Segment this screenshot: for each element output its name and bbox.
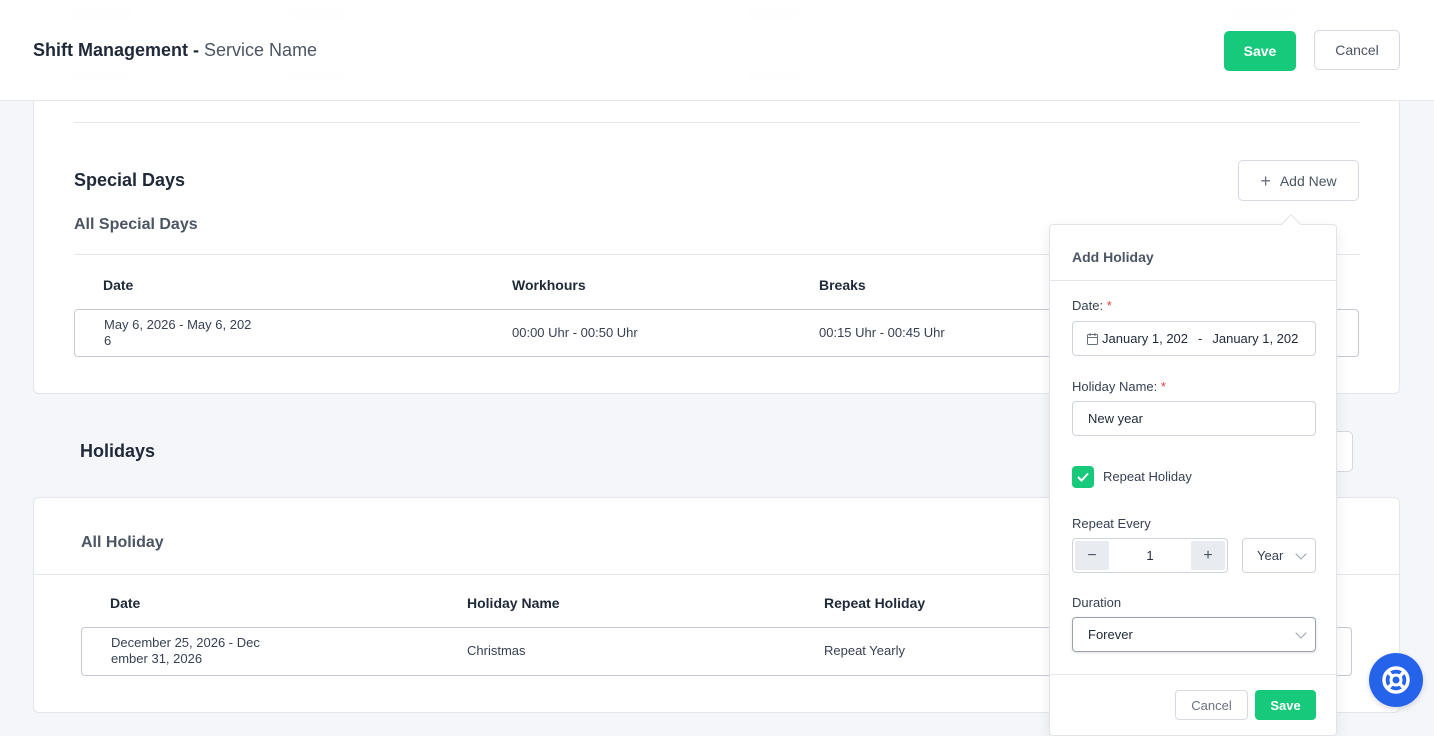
holiday-name-input[interactable] xyxy=(1072,401,1316,436)
divider xyxy=(74,122,1360,123)
chevron-down-icon xyxy=(1295,548,1307,560)
date-line: 6 xyxy=(104,333,112,348)
column-header-date: Date xyxy=(103,277,134,293)
page-title: Shift Management - Service Name xyxy=(33,40,317,61)
holiday-repeat: Repeat Yearly xyxy=(824,643,905,658)
duration-label: Duration xyxy=(1072,595,1122,610)
column-header-date: Date xyxy=(110,595,141,611)
duration-value: Forever xyxy=(1088,627,1133,642)
popover-title: Add Holiday xyxy=(1072,249,1154,265)
service-name: Service Name xyxy=(204,40,318,60)
repeat-holiday-label: Repeat Holiday xyxy=(1103,469,1192,484)
calendar-icon xyxy=(1087,332,1098,345)
repeat-every-value[interactable]: 1 xyxy=(1107,539,1193,572)
minus-icon[interactable]: − xyxy=(1075,541,1109,570)
required-mark: * xyxy=(1160,379,1166,394)
add-holiday-popover: Add Holiday Date: * January 1, 202 - Jan… xyxy=(1049,224,1337,736)
duration-select[interactable]: Forever xyxy=(1072,617,1316,652)
plus-icon[interactable]: + xyxy=(1191,541,1225,570)
add-new-label: Add New xyxy=(1279,172,1337,189)
lifebuoy-icon xyxy=(1382,666,1410,694)
date-separator: - xyxy=(1198,331,1203,346)
holiday-date: December 25, 2026 - Dec ember 31, 2026 xyxy=(111,635,260,667)
repeat-unit-value: Year xyxy=(1257,548,1284,563)
popover-cancel-button[interactable]: Cancel xyxy=(1175,690,1248,720)
repeat-unit-select[interactable]: Year xyxy=(1242,538,1316,573)
holiday-name: Christmas xyxy=(467,643,526,658)
holiday-name-label-text: Holiday Name: xyxy=(1072,379,1158,394)
all-holiday-title: All Holiday xyxy=(81,534,164,551)
cancel-button[interactable]: Cancel xyxy=(1314,30,1400,70)
add-new-button[interactable]: + Add New xyxy=(1238,160,1359,201)
save-button[interactable]: Save xyxy=(1224,31,1296,71)
repeat-every-stepper: − 1 + xyxy=(1072,538,1228,573)
chevron-down-icon xyxy=(1295,627,1307,639)
date-line: ember 31, 2026 xyxy=(111,651,203,666)
page-title-label: Shift Management - xyxy=(33,40,200,60)
column-header-holiday-name: Holiday Name xyxy=(467,595,560,611)
holidays-title: Holidays xyxy=(80,441,156,461)
help-button[interactable] xyxy=(1369,653,1423,707)
check-icon xyxy=(1077,472,1089,482)
date-label-text: Date: xyxy=(1072,298,1104,313)
special-day-date: May 6, 2026 - May 6, 202 6 xyxy=(104,317,251,349)
date-range-input[interactable]: January 1, 202 - January 1, 202 xyxy=(1072,321,1316,356)
required-mark: * xyxy=(1106,298,1112,313)
special-day-breaks: 00:15 Uhr - 00:45 Uhr xyxy=(819,325,945,340)
date-line: December 25, 2026 - Dec xyxy=(111,635,260,650)
repeat-every-label: Repeat Every xyxy=(1072,516,1151,531)
repeat-holiday-checkbox[interactable] xyxy=(1072,466,1094,488)
page-header: Shift Management - Service Name Save Can… xyxy=(0,0,1434,101)
divider xyxy=(1050,280,1336,281)
divider xyxy=(1050,674,1336,675)
date-line: May 6, 2026 - May 6, 202 xyxy=(104,317,252,332)
column-header-repeat-holiday: Repeat Holiday xyxy=(824,595,926,611)
plus-icon: + xyxy=(1260,170,1271,191)
date-label: Date: * xyxy=(1072,298,1112,313)
special-day-workhours: 00:00 Uhr - 00:50 Uhr xyxy=(512,325,638,340)
column-header-breaks: Breaks xyxy=(819,277,866,293)
date-end: January 1, 202 xyxy=(1212,331,1299,346)
popover-save-button[interactable]: Save xyxy=(1255,690,1316,720)
special-days-title: Special Days xyxy=(74,170,186,190)
date-start: January 1, 202 xyxy=(1102,331,1189,346)
all-special-days-title: All Special Days xyxy=(74,216,198,233)
column-header-workhours: Workhours xyxy=(512,277,586,293)
holiday-name-label: Holiday Name: * xyxy=(1072,379,1166,394)
